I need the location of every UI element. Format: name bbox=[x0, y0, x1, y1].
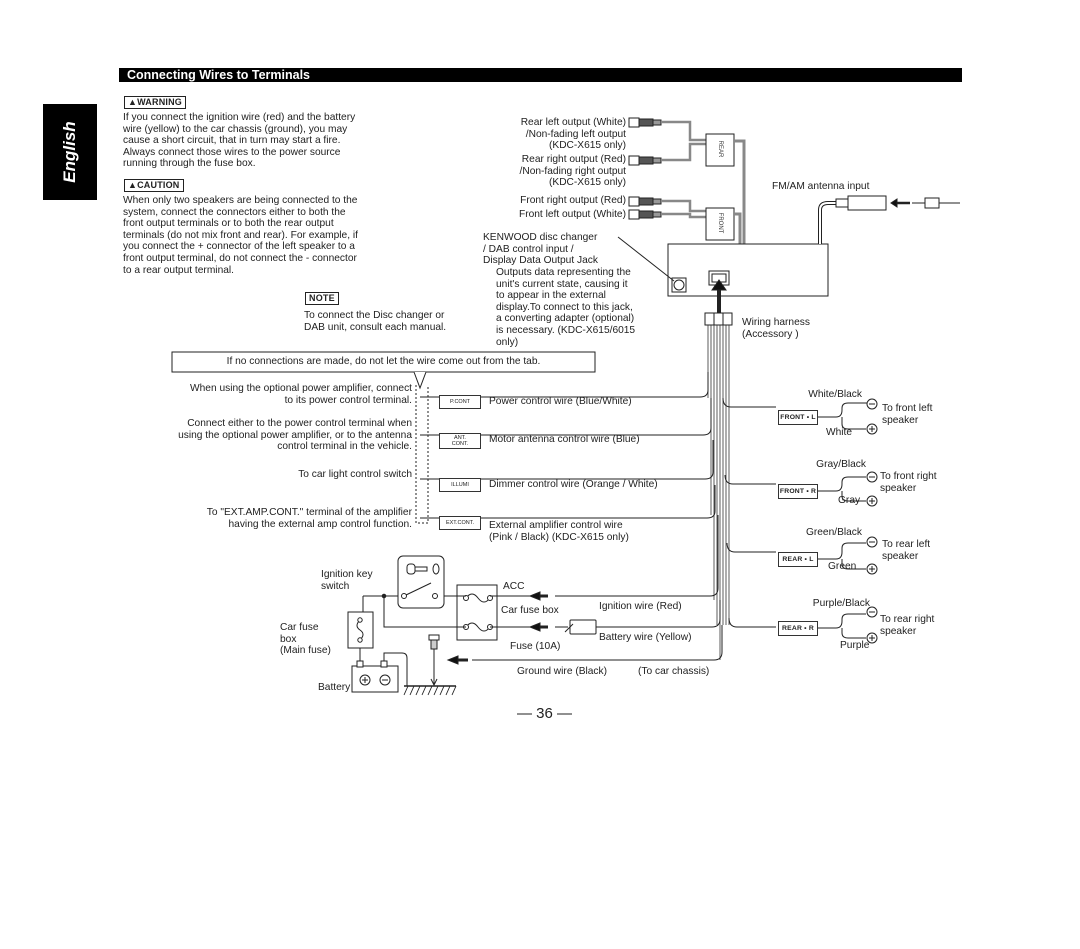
front-block-label: FRONT bbox=[717, 212, 723, 234]
disc-changer-desc: Outputs data representing the unit's cur… bbox=[496, 267, 636, 348]
front-right-output-label: Front right output (Red) bbox=[520, 195, 626, 206]
tag-pcont: P.CONT bbox=[439, 395, 481, 409]
ignition-key-label: Ignition key switch bbox=[321, 569, 373, 592]
main-fuse-label: Car fuse box (Main fuse) bbox=[280, 622, 331, 657]
fuse-label: Fuse (10A) bbox=[510, 641, 561, 652]
ground-wire-label: Ground wire (Black) bbox=[517, 666, 608, 677]
rear-left-output-label: Rear left output (White) /Non-fading lef… bbox=[520, 117, 626, 152]
chassis-label: (To car chassis) bbox=[638, 666, 710, 677]
tag-front-l: FRONT • L bbox=[778, 410, 818, 425]
tag-rear-r: REAR • R bbox=[778, 621, 818, 636]
car-fuse-box-label: Car fuse box bbox=[501, 605, 559, 616]
tag-antcont: ANT. CONT. bbox=[439, 433, 481, 449]
tag-illumi: ILLUMI bbox=[439, 478, 481, 492]
antenna-label: FM/AM antenna input bbox=[772, 181, 870, 192]
tag-extcont: EXT.CONT. bbox=[439, 516, 481, 530]
control-note-pcont: When using the optional power amplifier,… bbox=[190, 383, 412, 406]
wire-color-rear-r-pos: Purple bbox=[840, 640, 870, 651]
wire-color-rear-l-neg: Green/Black bbox=[805, 527, 862, 538]
battery-label: Battery bbox=[318, 682, 351, 693]
wire-label-pcont: Power control wire (Blue/White) bbox=[489, 396, 632, 407]
disc-changer-title: KENWOOD disc changer / DAB control input… bbox=[483, 232, 598, 267]
ignition-wire-label: Ignition wire (Red) bbox=[599, 601, 682, 612]
rca-jack-front-right bbox=[628, 196, 662, 207]
rca-jack-rear-right bbox=[628, 155, 662, 166]
acc-label: ACC bbox=[503, 581, 525, 592]
wire-color-front-l-pos: White bbox=[826, 427, 853, 438]
speaker-target-rear-right: To rear right speaker bbox=[880, 614, 935, 637]
wire-color-front-l-neg: White/Black bbox=[808, 389, 862, 400]
wire-color-front-r-pos: Gray bbox=[838, 495, 861, 506]
battery-wire-label: Battery wire (Yellow) bbox=[599, 632, 692, 643]
wire-color-rear-r-neg: Purple/Black bbox=[812, 598, 870, 609]
rear-block-label: REAR bbox=[717, 140, 723, 158]
wire-label-illumi: Dimmer control wire (Orange / White) bbox=[489, 479, 658, 490]
rca-jack-rear-left bbox=[628, 117, 662, 128]
harness-label: Wiring harness (Accessory ) bbox=[742, 317, 810, 340]
tab-notice: If no connections are made, do not let t… bbox=[226, 356, 541, 367]
rca-jack-front-left bbox=[628, 209, 662, 220]
speaker-target-rear-left: To rear left speaker bbox=[882, 539, 931, 562]
tag-rear-l: REAR • L bbox=[778, 552, 818, 567]
battery bbox=[351, 665, 399, 693]
page-number: — 36 — bbox=[517, 705, 573, 722]
control-note-extcont: To "EXT.AMP.CONT." terminal of the ampli… bbox=[206, 507, 412, 530]
antenna-plug bbox=[847, 195, 887, 211]
speaker-target-front-right: To front right speaker bbox=[880, 471, 937, 494]
wire-label-antcont: Motor antenna control wire (Blue) bbox=[489, 434, 640, 445]
harness-connector bbox=[704, 312, 733, 326]
wire-label-extcont: External amplifier control wire (Pink / … bbox=[489, 520, 629, 543]
front-left-output-label: Front left output (White) bbox=[518, 209, 626, 220]
rear-right-output-label: Rear right output (Red) /Non-fading righ… bbox=[519, 154, 626, 189]
inline-fuse bbox=[569, 619, 597, 635]
control-note-antcont: Connect either to the power control term… bbox=[178, 418, 412, 453]
head-unit bbox=[667, 243, 829, 297]
speaker-target-front-left: To front left speaker bbox=[882, 403, 933, 426]
wire-color-front-r-neg: Gray/Black bbox=[816, 459, 866, 470]
tag-front-r: FRONT • R bbox=[778, 484, 818, 499]
car-fuse-box bbox=[456, 584, 498, 641]
control-note-illumi: To car light control switch bbox=[298, 469, 412, 480]
wire-color-rear-l-pos: Green bbox=[828, 561, 857, 572]
